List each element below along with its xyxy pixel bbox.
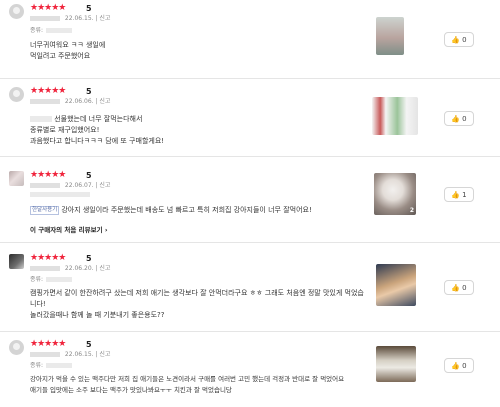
- like-button[interactable]: 👍 0: [444, 111, 474, 126]
- review-text: 너무귀여워요 ㅋㅋ 생일에 먹일려고 주문했어요: [30, 40, 105, 62]
- masked-text: [30, 116, 52, 122]
- masked-option: [30, 192, 90, 197]
- thumbs-up-icon: 👍: [451, 284, 461, 292]
- masked-option: [46, 277, 73, 282]
- review-list: ★★★★★ 5 22.06.15. | 신고 종류: 너무귀여워요 ㅋㅋ 생일에…: [0, 0, 500, 407]
- review-photo[interactable]: [376, 17, 404, 55]
- masked-username: [30, 266, 60, 271]
- masked-username: [30, 352, 60, 357]
- rating-score: 5: [86, 87, 92, 96]
- option-info: 종류:: [30, 360, 73, 369]
- review-line: 한달사용기 강아지 생일이라 주문했는데 배송도 넘 빠르고 특히 저희집 강아지…: [30, 205, 312, 216]
- review-date: 22.06.06.: [64, 98, 94, 105]
- review-line: 놀러갔을때나 함께 놀 때 기분내기 좋은용도??: [30, 311, 165, 319]
- review-date: 22.06.07.: [64, 182, 94, 189]
- masked-option: [46, 28, 73, 33]
- star-rating: ★★★★★: [30, 170, 66, 180]
- star-rating: ★★★★★: [30, 253, 66, 263]
- thumbs-up-icon: 👍: [451, 36, 461, 44]
- option-info: [30, 191, 90, 198]
- rating-score: 5: [86, 254, 92, 263]
- like-count: 0: [462, 115, 467, 123]
- rating-score: 5: [86, 171, 92, 180]
- review-photo[interactable]: [372, 97, 418, 135]
- review-photo[interactable]: [376, 346, 416, 382]
- review-line: 니다!: [30, 300, 46, 308]
- like-button[interactable]: 👍 0: [444, 32, 474, 47]
- review-date: 22.06.20.: [64, 265, 94, 272]
- avatar: [9, 171, 24, 186]
- review-text: 선물했는데 너무 잘먹는다해서 종류별로 재구입했어요! 과음했다고 합니다ㅋㅋ…: [30, 114, 164, 147]
- avatar: [9, 87, 24, 102]
- review-line: 먹일려고 주문했어요: [30, 52, 91, 60]
- rating-score: 5: [86, 4, 92, 13]
- review-item: ★★★★★ 5 22.06.20. | 신고 종류: 캠핑가면서 같이 한잔하려…: [0, 250, 500, 332]
- review-line: 애기들 입맛에는 소주 보다는 맥주가 맛있나봐요ㅜㅜ 치킨과 잘 먹었습니당: [30, 386, 232, 394]
- like-count: 1: [462, 191, 467, 199]
- star-rating: ★★★★★: [30, 86, 66, 96]
- review-line: 캠핑가면서 같이 한잔하려구 샀는데 저희 애기는 생각보다 잘 안먹더라구요 …: [30, 289, 364, 297]
- like-button[interactable]: 👍 1: [444, 187, 474, 202]
- star-rating: ★★★★★: [30, 339, 66, 349]
- avatar: [9, 340, 24, 355]
- option-info: 종류:: [30, 274, 73, 283]
- like-count: 0: [462, 284, 467, 292]
- like-count: 0: [462, 36, 467, 44]
- review-meta: 22.06.06. | 신고: [30, 97, 110, 106]
- masked-option: [46, 363, 73, 368]
- report-link[interactable]: 신고: [99, 15, 110, 22]
- avatar: [9, 254, 24, 269]
- review-photo[interactable]: 2: [374, 173, 416, 215]
- photo-count: 2: [409, 207, 414, 214]
- review-item: ★★★★★ 5 22.06.07. | 신고 한달사용기 강아지 생일이라 주문했…: [0, 167, 500, 243]
- review-date: 22.06.15.: [64, 15, 94, 22]
- report-link[interactable]: 신고: [99, 98, 110, 105]
- masked-username: [30, 99, 60, 104]
- review-meta: 22.06.15. | 신고: [30, 350, 110, 359]
- like-button[interactable]: 👍 0: [444, 280, 474, 295]
- review-photo[interactable]: [376, 264, 416, 306]
- report-link[interactable]: 신고: [99, 182, 110, 189]
- review-meta: 22.06.20. | 신고: [30, 264, 110, 273]
- review-text: 한달사용기 강아지 생일이라 주문했는데 배송도 넘 빠르고 특히 저희집 강아지…: [30, 205, 312, 216]
- review-line: 강아지가 먹을 수 있는 맥주다만 저희 집 애기들은 노견이라서 구매를 여러…: [30, 375, 345, 383]
- masked-username: [30, 183, 60, 188]
- thumbs-up-icon: 👍: [451, 362, 461, 370]
- review-meta: 22.06.07. | 신고: [30, 181, 110, 190]
- option-label: 종류:: [30, 276, 44, 283]
- rating-score: 5: [86, 340, 92, 349]
- review-line: 과음했다고 합니다ㅋㅋㅋ 담에 또 구매할게요!: [30, 137, 165, 145]
- history-link-text: 이 구매자의 처음 리뷰보기: [30, 226, 103, 234]
- thumbs-up-icon: 👍: [451, 191, 461, 199]
- review-line: 선물했는데 너무 잘먹는다해서: [30, 114, 164, 125]
- review-line: 종류별로 재구입했어요!: [30, 126, 100, 134]
- review-line-text: 강아지 생일이라 주문했는데 배송도 넘 빠르고 특히 저희집 강아지들이 너무…: [61, 206, 312, 214]
- option-label: 종류:: [30, 362, 44, 369]
- review-text: 캠핑가면서 같이 한잔하려구 샀는데 저희 애기는 생각보다 잘 안먹더라구요 …: [30, 288, 364, 321]
- like-button[interactable]: 👍 0: [444, 358, 474, 373]
- review-date: 22.06.15.: [64, 351, 94, 358]
- star-rating: ★★★★★: [30, 3, 66, 13]
- month-use-tag: 한달사용기: [30, 205, 60, 215]
- buyer-first-review-link[interactable]: 이 구매자의 처음 리뷰보기 ›: [30, 224, 108, 234]
- chevron-right-icon: ›: [104, 226, 108, 234]
- review-text: 강아지가 먹을 수 있는 맥주다만 저희 집 애기들은 노견이라서 구매를 여러…: [30, 374, 370, 396]
- report-link[interactable]: 신고: [99, 265, 110, 272]
- like-count: 0: [462, 362, 467, 370]
- option-info: 종류:: [30, 25, 73, 34]
- report-link[interactable]: 신고: [99, 351, 110, 358]
- masked-username: [30, 16, 60, 21]
- option-label: 종류:: [30, 27, 44, 34]
- thumbs-up-icon: 👍: [451, 115, 461, 123]
- review-line-text: 선물했는데 너무 잘먹는다해서: [54, 115, 143, 123]
- review-item: ★★★★★ 5 22.06.15. | 신고 종류: 너무귀여워요 ㅋㅋ 생일에…: [0, 0, 500, 79]
- review-item: ★★★★★ 5 22.06.15. | 신고 종류: 강아지가 먹을 수 있는 …: [0, 336, 500, 407]
- avatar: [9, 4, 24, 19]
- review-line: 너무귀여워요 ㅋㅋ 생일에: [30, 41, 106, 49]
- review-meta: 22.06.15. | 신고: [30, 14, 110, 23]
- review-item: ★★★★★ 5 22.06.06. | 신고 선물했는데 너무 잘먹는다해서 종…: [0, 83, 500, 157]
